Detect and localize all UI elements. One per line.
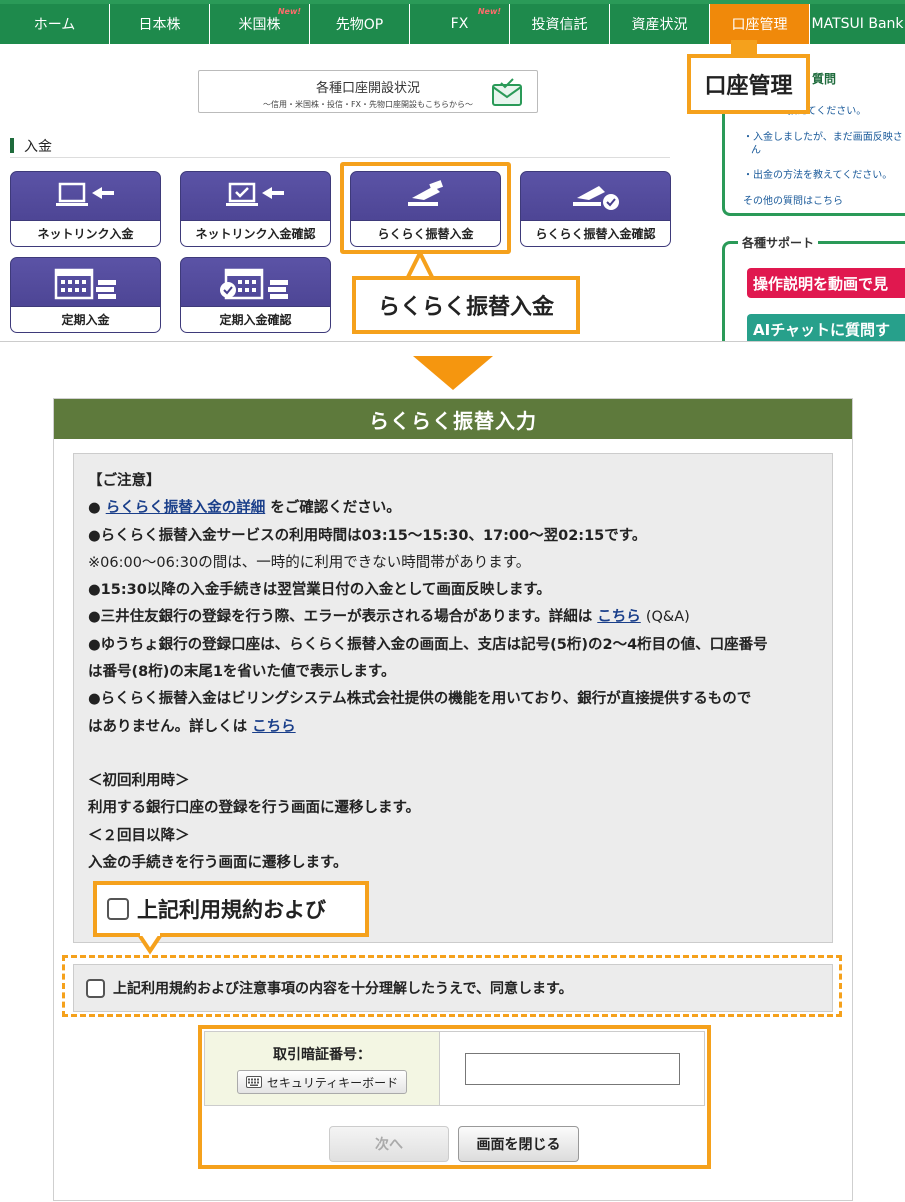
account-menu-callout: 口座管理 xyxy=(687,54,810,114)
notice-line: ●らくらく振替入金はビリングシステム株式会社提供の機能を用いており、銀行が直接提… xyxy=(88,691,752,708)
new-badge: New! xyxy=(277,7,301,16)
nav-label: ホーム xyxy=(33,17,76,33)
notice-line: ●らくらく振替入金サービスの利用時間は03:15〜15:30、17:00〜翌02… xyxy=(88,527,647,544)
tile-label: ネットリンク入金 xyxy=(11,220,160,246)
nav-assets[interactable]: 資産状況 xyxy=(610,4,710,44)
tile-label: らくらく振替入金確認 xyxy=(521,220,670,246)
nav-label: MATSUI Bank xyxy=(811,16,904,32)
nav-jp-stock[interactable]: 日本株 xyxy=(110,4,210,44)
nav-label: 資産状況 xyxy=(631,17,688,33)
notice-line: ●ゆうちょ銀行の登録口座は、らくらく振替入金の画面上、支店は記号(5桁)の2〜4… xyxy=(88,636,768,653)
nav-label: FX xyxy=(450,16,469,32)
tile-netlink-check[interactable]: ネットリンク入金確認 xyxy=(180,171,331,247)
notice-text: をご確認ください。 xyxy=(270,500,401,517)
notice-line: ●15:30以降の入金手続きは翌営業日付の入金として画面反映します。 xyxy=(88,582,551,599)
faq-link[interactable]: ・入金しましたが、まだ画面反映さ xyxy=(743,128,903,143)
banner-subtitle: 〜信用・米国株・投信・FX・先物口座開設もこちらから〜 xyxy=(262,100,474,109)
notice-text: ●三井住友銀行の登録を行う際、エラーが表示される場合があります。詳細は xyxy=(88,609,593,626)
video-help-button[interactable]: 操作説明を動画で見 xyxy=(747,268,905,298)
laptop-check-icon xyxy=(225,182,284,206)
ai-chat-button[interactable]: AIチャットに質問す xyxy=(747,314,905,341)
calendar-check-money-icon xyxy=(219,268,288,300)
notice-subheading: ＜初回利用時＞ xyxy=(88,772,190,789)
terms-callout-text: 上記利用規約および xyxy=(137,898,326,922)
notice-text: はありません。詳しくは xyxy=(88,718,248,735)
laptop-arrow-icon xyxy=(55,182,114,206)
notice-line: 入金の手続きを行う画面に遷移します。 xyxy=(88,854,348,871)
faq-link-wrap[interactable]: ん xyxy=(751,141,761,156)
nav-label: 口座管理 xyxy=(731,17,788,33)
support-title: 各種サポート xyxy=(738,234,819,251)
deposit-section-title: 入金 xyxy=(10,136,670,158)
faq-more-link[interactable]: その他の質問はこちら xyxy=(743,192,843,207)
nav-us-stock[interactable]: 米国株 New! xyxy=(210,4,310,44)
banner-title: 各種口座開設状況 xyxy=(315,81,420,96)
billing-system-link[interactable]: こちら xyxy=(252,719,296,735)
tile-rakuraku-check[interactable]: らくらく振替入金確認 xyxy=(520,171,671,247)
checkbox-icon xyxy=(107,898,129,920)
callout-connector xyxy=(731,40,757,58)
agree-label: 上記利用規約および注意事項の内容を十分理解したうえで、同意します。 xyxy=(113,981,573,997)
pin-highlight xyxy=(198,1025,711,1169)
nav-account[interactable]: 口座管理 xyxy=(710,4,810,44)
global-nav: ホーム 日本株 米国株 New! 先物OP FX New! 投資信託 資産状況 口座… xyxy=(0,0,905,44)
furikae-callout: らくらく振替入金 xyxy=(352,276,580,334)
notice-line: ●三井住友銀行の登録を行う際、エラーが表示される場合があります。詳細は こちら … xyxy=(88,604,818,631)
tile-label: 定期入金確認 xyxy=(181,306,330,332)
hand-card-check-icon xyxy=(572,186,619,210)
nav-label: 日本株 xyxy=(138,17,181,33)
faq-link[interactable]: ・出金の方法を教えてください。 xyxy=(743,166,892,181)
nav-futures[interactable]: 先物OP xyxy=(310,4,410,44)
notice-line: ※06:00〜06:30の間は、一時的に利用できない時間帯があります。 xyxy=(88,554,531,571)
notice-subheading: ＜２回目以降＞ xyxy=(88,827,190,844)
notice-text: (Q&A) xyxy=(645,609,690,626)
agree-row[interactable]: 上記利用規約および注意事項の内容を十分理解したうえで、同意します。 xyxy=(73,964,833,1012)
tile-periodic-check[interactable]: 定期入金確認 xyxy=(180,257,331,333)
nav-label: 米国株 xyxy=(238,17,281,33)
furikae-highlight xyxy=(340,162,511,254)
notice-line: ● らくらく振替入金の詳細 をご確認ください。 xyxy=(88,500,401,517)
down-arrow xyxy=(413,356,493,390)
envelope-check-icon xyxy=(492,78,522,106)
account-status-banner[interactable]: 各種口座開設状況 〜信用・米国株・投信・FX・先物口座開設もこちらから〜 xyxy=(198,70,538,113)
new-badge: New! xyxy=(477,7,501,16)
smbc-qa-link[interactable]: こちら xyxy=(597,609,641,625)
notice-heading: 【ご注意】 xyxy=(88,473,161,489)
tile-label: ネットリンク入金確認 xyxy=(181,220,330,246)
notice-line: 利用する銀行口座の登録を行う画面に遷移します。 xyxy=(88,800,421,817)
nav-label: 投資信託 xyxy=(531,17,588,33)
calendar-money-icon xyxy=(54,268,116,300)
dialog-title: らくらく振替入力 xyxy=(54,399,852,439)
terms-callout: 上記利用規約および xyxy=(93,881,369,937)
nav-funds[interactable]: 投資信託 xyxy=(510,4,610,44)
nav-matsui-bank[interactable]: MATSUI Bank xyxy=(810,4,905,44)
account-menu-screenshot: ホーム 日本株 米国株 New! 先物OP FX New! 投資信託 資産状況 口座… xyxy=(0,0,905,342)
nav-fx[interactable]: FX New! xyxy=(410,4,510,44)
nav-home[interactable]: ホーム xyxy=(0,4,110,44)
notice-line: は番号(8桁)の末尾1を省いた値で表示します。 xyxy=(88,664,396,681)
tile-label: 定期入金 xyxy=(11,306,160,332)
furikae-detail-link[interactable]: らくらく振替入金の詳細 xyxy=(106,500,266,516)
notice-line: はありません。詳しくは こちら xyxy=(88,714,818,741)
nav-label: 先物OP xyxy=(335,17,384,33)
notice-box: 【ご注意】 ● らくらく振替入金の詳細 をご確認ください。 ●らくらく振替入金サ… xyxy=(73,453,833,943)
tile-netlink-deposit[interactable]: ネットリンク入金 xyxy=(10,171,161,247)
tile-periodic-deposit[interactable]: 定期入金 xyxy=(10,257,161,333)
agree-checkbox[interactable] xyxy=(86,978,105,998)
callout-pointer xyxy=(136,933,165,955)
furikae-input-dialog: らくらく振替入力 【ご注意】 ● らくらく振替入金の詳細 をご確認ください。 ●… xyxy=(53,398,853,1201)
